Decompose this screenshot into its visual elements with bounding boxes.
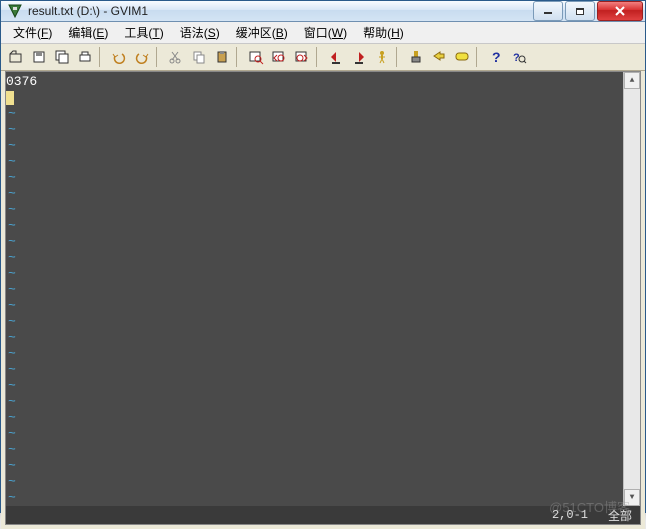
window-title: result.txt (D:\) - GVIM1: [28, 4, 531, 18]
jump-icon[interactable]: [371, 46, 393, 68]
tilde-marker: ~: [6, 330, 20, 346]
gvim-icon: [7, 3, 23, 19]
tilde-marker: ~: [6, 474, 20, 490]
cursor-icon: [6, 91, 14, 105]
cut-icon[interactable]: [165, 46, 187, 68]
menu-e[interactable]: 编辑(E): [60, 22, 116, 43]
find-icon[interactable]: [245, 46, 267, 68]
editor-wrap: ~~~~~~~~~~~~~~~~~~~~~~~~~ 0376 ▲ ▼ 2,0-1…: [1, 71, 645, 529]
scroll-scope: 全部: [608, 507, 640, 524]
find-prev-icon[interactable]: [291, 46, 313, 68]
line-2-cursor: [6, 90, 623, 106]
tilde-marker: ~: [6, 362, 20, 378]
search-help-icon[interactable]: ?: [508, 46, 530, 68]
app-window: result.txt (D:\) - GVIM1 文件(F)编辑(E)工具(T)…: [0, 0, 646, 513]
maximize-button[interactable]: [565, 1, 595, 21]
tilde-marker: ~: [6, 410, 20, 426]
window-controls: [531, 1, 643, 21]
tilde-marker: ~: [6, 458, 20, 474]
copy-icon[interactable]: [188, 46, 210, 68]
tilde-marker: ~: [6, 298, 20, 314]
menu-w[interactable]: 窗口(W): [296, 22, 355, 43]
minimize-button[interactable]: [533, 1, 563, 21]
tilde-marker: ~: [6, 490, 20, 506]
tilde-marker: ~: [6, 378, 20, 394]
undo-icon[interactable]: [108, 46, 130, 68]
save-icon[interactable]: [28, 46, 50, 68]
menu-h[interactable]: 帮助(H): [355, 22, 412, 43]
print-icon[interactable]: [74, 46, 96, 68]
tilde-marker: ~: [6, 266, 20, 282]
tilde-marker: ~: [6, 426, 20, 442]
editor[interactable]: ~~~~~~~~~~~~~~~~~~~~~~~~~ 0376 ▲ ▼ 2,0-1…: [5, 71, 641, 525]
shift-right-icon[interactable]: [348, 46, 370, 68]
tag-pop-icon[interactable]: [451, 46, 473, 68]
menu-b[interactable]: 缓冲区(B): [228, 22, 296, 43]
tilde-gutter: ~~~~~~~~~~~~~~~~~~~~~~~~~: [6, 72, 20, 506]
tilde-marker: ~: [6, 202, 20, 218]
tilde-marker: ~: [6, 218, 20, 234]
tilde-marker: ~: [6, 314, 20, 330]
tilde-marker: ~: [6, 234, 20, 250]
tilde-marker: ~: [6, 282, 20, 298]
titlebar[interactable]: result.txt (D:\) - GVIM1: [1, 1, 645, 22]
tilde-marker: ~: [6, 442, 20, 458]
open-icon[interactable]: [5, 46, 27, 68]
scroll-track[interactable]: [624, 89, 640, 489]
save-all-icon[interactable]: [51, 46, 73, 68]
line-1: 0376: [6, 74, 623, 90]
menubar: 文件(F)编辑(E)工具(T)语法(S)缓冲区(B)窗口(W)帮助(H): [1, 22, 645, 44]
tilde-marker: ~: [6, 170, 20, 186]
tilde-marker: ~: [6, 122, 20, 138]
tilde-marker: ~: [6, 250, 20, 266]
scroll-down-icon[interactable]: ▼: [624, 489, 640, 506]
make-icon[interactable]: [405, 46, 427, 68]
menu-t[interactable]: 工具(T): [116, 22, 171, 43]
tilde-marker: ~: [6, 138, 20, 154]
scroll-up-icon[interactable]: ▲: [624, 72, 640, 89]
tilde-marker: ~: [6, 106, 20, 122]
find-next-icon[interactable]: [268, 46, 290, 68]
tag-push-icon[interactable]: [428, 46, 450, 68]
menu-f[interactable]: 文件(F): [5, 22, 60, 43]
help-icon[interactable]: ?: [485, 46, 507, 68]
paste-icon[interactable]: [211, 46, 233, 68]
tilde-marker: ~: [6, 346, 20, 362]
redo-icon[interactable]: [131, 46, 153, 68]
close-button[interactable]: [597, 1, 643, 21]
cursor-position: 2,0-1: [552, 508, 608, 522]
shift-left-icon[interactable]: [325, 46, 347, 68]
text-area[interactable]: 0376: [20, 72, 623, 506]
toolbar: ? ?: [1, 44, 645, 71]
tilde-marker: ~: [6, 186, 20, 202]
menu-s[interactable]: 语法(S): [172, 22, 228, 43]
tilde-marker: ~: [6, 154, 20, 170]
tilde-marker: ~: [6, 394, 20, 410]
statusbar: 2,0-1 全部: [6, 506, 640, 524]
svg-text:?: ?: [492, 49, 501, 65]
vertical-scrollbar[interactable]: ▲ ▼: [623, 72, 640, 506]
